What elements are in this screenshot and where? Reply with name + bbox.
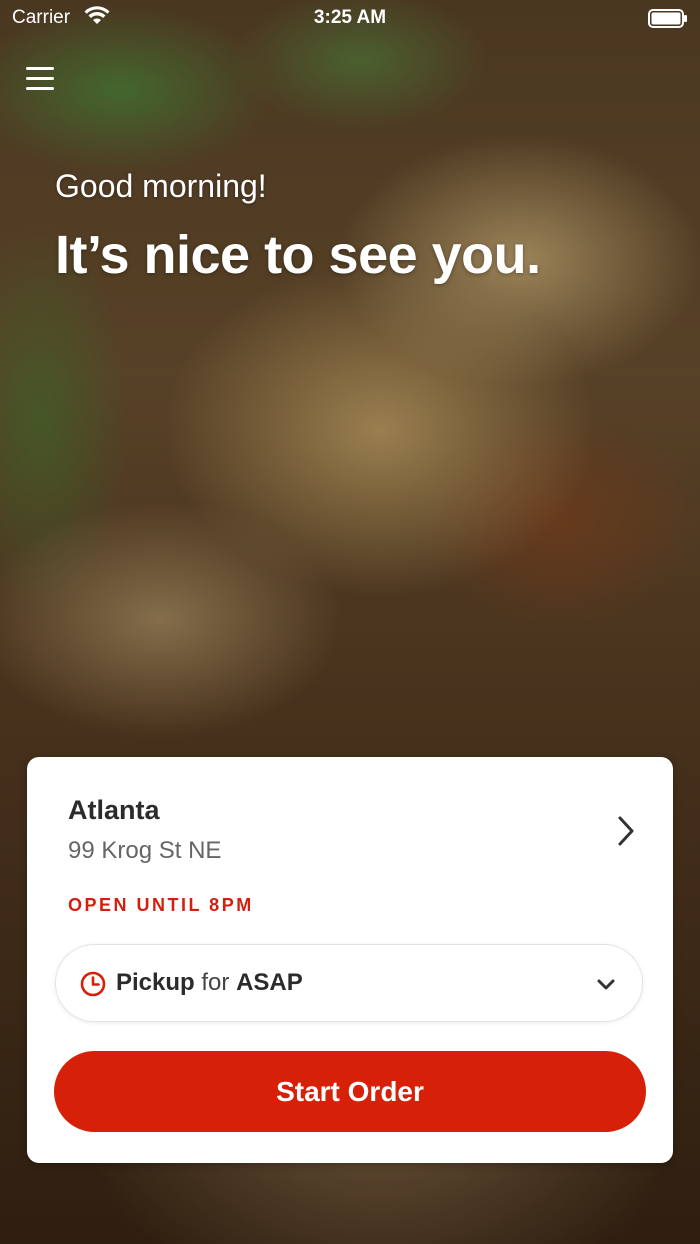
order-mode-type: Pickup [116,969,195,996]
hours-status: OPEN UNTIL 8PM [68,895,254,915]
chevron-down-icon [596,978,616,997]
hamburger-menu-icon[interactable] [26,66,56,92]
location-address: 99 Krog St NE [68,837,222,864]
clock-icon [80,971,106,1002]
order-mode-label: Pickup for ASAP [116,969,303,997]
start-order-button[interactable]: Start Order [54,1051,646,1132]
order-mode-time: ASAP [236,969,303,996]
chevron-right-icon [617,815,635,852]
location-selector[interactable]: Atlanta 99 Krog St NE [27,757,673,877]
location-card: Atlanta 99 Krog St NE OPEN UNTIL 8PM Pic… [27,757,673,1163]
location-city: Atlanta [68,795,160,825]
order-mode-connector: for [201,969,230,996]
greeting-text: Good morning! [55,168,267,204]
menu-line [26,87,54,90]
menu-line [26,67,54,70]
battery-icon [648,9,688,35]
status-bar: Carrier 3:25 AM [0,0,700,36]
clock-time: 3:25 AM [313,7,387,28]
order-mode-dropdown[interactable]: Pickup for ASAP [55,944,643,1022]
welcome-headline: It’s nice to see you. [55,225,541,285]
menu-line [26,77,54,80]
